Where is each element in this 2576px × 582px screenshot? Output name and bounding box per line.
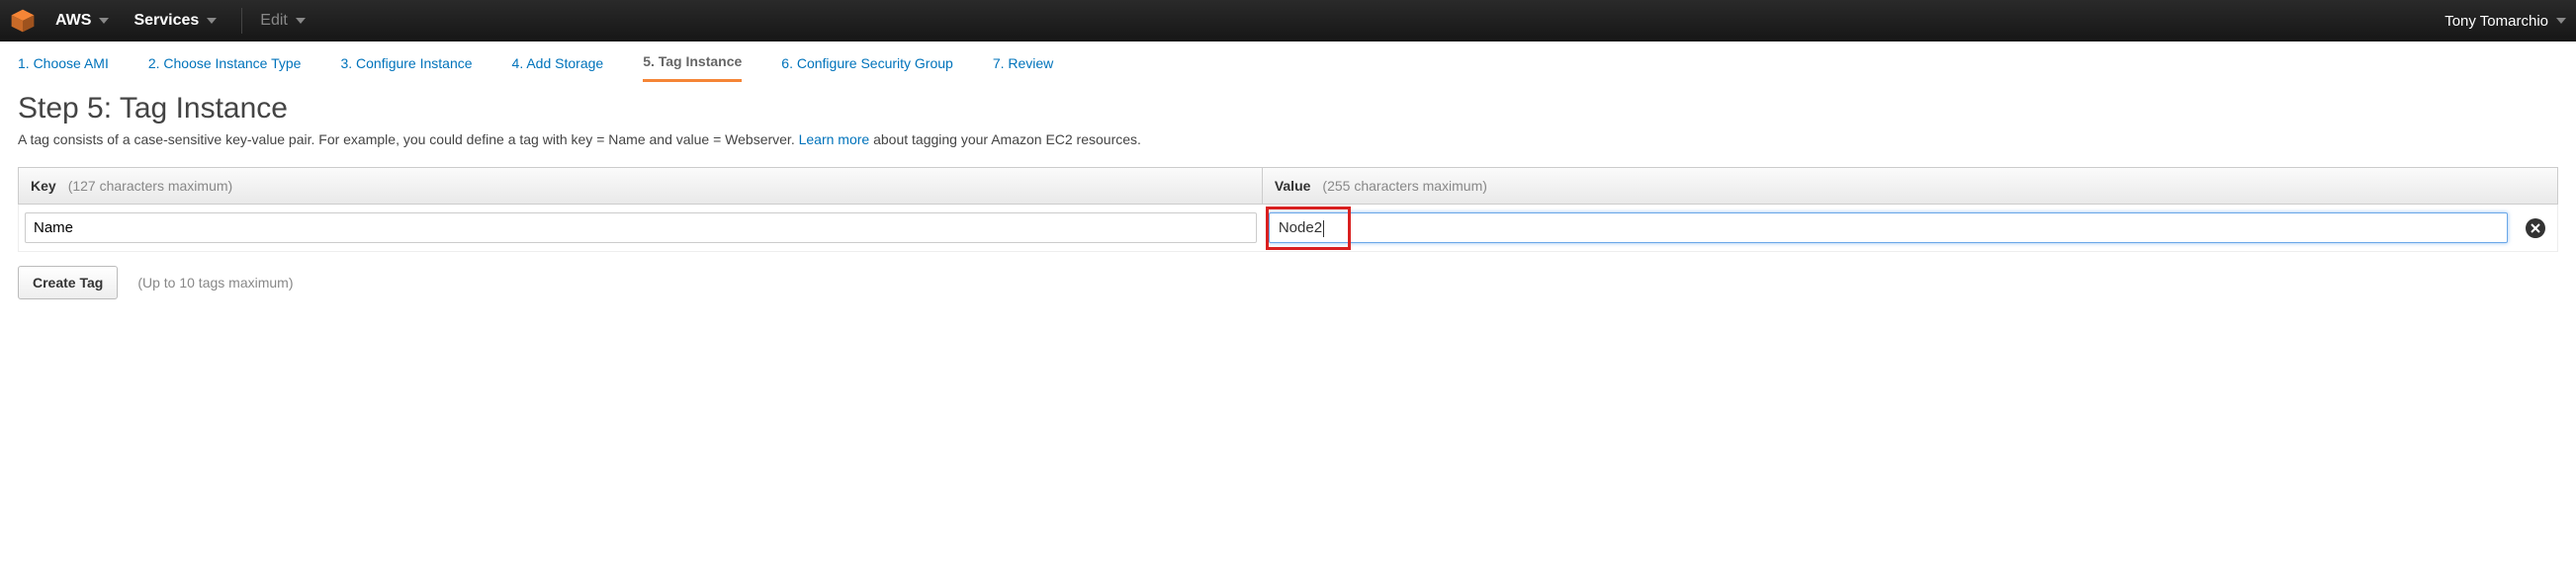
wizard-step-choose-ami[interactable]: 1. Choose AMI xyxy=(18,55,109,81)
nav-separator xyxy=(241,8,242,34)
tag-key-input[interactable] xyxy=(25,212,1257,243)
header-key-hint: (127 characters maximum) xyxy=(68,178,233,194)
caret-down-icon xyxy=(2556,18,2566,24)
create-tag-button[interactable]: Create Tag xyxy=(18,266,118,299)
wizard-step-configure-security-group[interactable]: 6. Configure Security Group xyxy=(781,55,953,81)
caret-down-icon xyxy=(99,18,109,24)
wizard-step-choose-instance-type[interactable]: 2. Choose Instance Type xyxy=(148,55,302,81)
aws-cube-icon[interactable] xyxy=(10,8,36,34)
header-key-label: Key xyxy=(31,178,56,194)
wizard-step-add-storage[interactable]: 4. Add Storage xyxy=(512,55,604,81)
nav-edit-label: Edit xyxy=(260,12,288,30)
wizard-step-tag-instance: 5. Tag Instance xyxy=(643,53,742,82)
wizard-step-review[interactable]: 7. Review xyxy=(993,55,1053,81)
page-title: Step 5: Tag Instance xyxy=(18,92,2558,125)
table-header: Key (127 characters maximum) Value (255 … xyxy=(18,167,2558,205)
nav-aws-label: AWS xyxy=(55,12,91,30)
desc-text-before: A tag consists of a case-sensitive key-v… xyxy=(18,131,799,147)
page-description: A tag consists of a case-sensitive key-v… xyxy=(18,131,2558,147)
nav-user-label: Tony Tomarchio xyxy=(2444,13,2548,30)
caret-down-icon xyxy=(296,18,306,24)
cell-key xyxy=(19,205,1263,251)
tag-table: Key (127 characters maximum) Value (255 … xyxy=(18,167,2558,252)
table-row: Node2 xyxy=(18,205,2558,252)
header-key: Key (127 characters maximum) xyxy=(19,168,1263,204)
delete-tag-icon[interactable] xyxy=(2526,218,2545,238)
create-tag-hint: (Up to 10 tags maximum) xyxy=(137,275,293,291)
cell-value: Node2 xyxy=(1263,205,2514,251)
cell-action xyxy=(2514,210,2557,246)
caret-down-icon xyxy=(207,18,217,24)
main-content: Step 5: Tag Instance A tag consists of a… xyxy=(0,82,2576,319)
header-value-label: Value xyxy=(1275,178,1311,194)
wizard-step-configure-instance[interactable]: 3. Configure Instance xyxy=(340,55,472,81)
nav-edit[interactable]: Edit xyxy=(260,12,306,30)
header-value-hint: (255 characters maximum) xyxy=(1322,178,1487,194)
tag-value-input[interactable] xyxy=(1269,212,2508,243)
top-nav: AWS Services Edit Tony Tomarchio xyxy=(0,0,2576,42)
header-value: Value (255 characters maximum) xyxy=(1263,168,2514,204)
nav-aws[interactable]: AWS xyxy=(55,12,109,30)
header-action xyxy=(2514,168,2557,204)
desc-text-after: about tagging your Amazon EC2 resources. xyxy=(873,131,1141,147)
learn-more-link[interactable]: Learn more xyxy=(799,131,870,147)
nav-user[interactable]: Tony Tomarchio xyxy=(2444,13,2566,30)
nav-services[interactable]: Services xyxy=(133,12,217,30)
nav-services-label: Services xyxy=(133,12,199,30)
wizard-steps: 1. Choose AMI 2. Choose Instance Type 3.… xyxy=(0,42,2576,82)
create-tag-row: Create Tag (Up to 10 tags maximum) xyxy=(18,266,2558,299)
